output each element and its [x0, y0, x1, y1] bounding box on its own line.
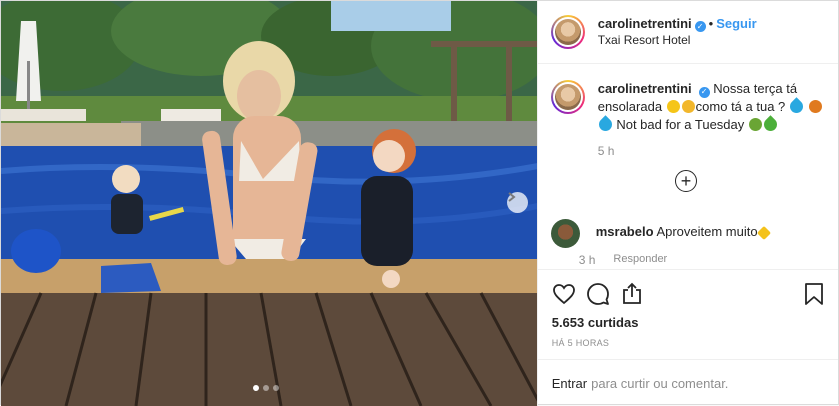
login-prompt-text: para curtir ou comentar. [591, 375, 729, 391]
comment-body: msrabelo Aproveitem muito [596, 223, 771, 241]
location-link[interactable]: Txai Resort Hotel [598, 32, 757, 48]
header-text: carolinetrentini ✓ • Seguir Txai Resort Hot… [598, 16, 757, 49]
caption-avatar[interactable] [554, 84, 581, 110]
comment-meta: 3 h Responder [579, 253, 770, 267]
sparkles-emoji-icon [756, 225, 771, 241]
grin-emoji-icon [681, 100, 695, 113]
header-username[interactable]: carolinetrentini [598, 16, 692, 31]
follow-button[interactable]: Seguir [716, 16, 756, 31]
story-ring[interactable] [550, 15, 585, 49]
caption-time: 5 h [597, 144, 615, 158]
save-button[interactable] [802, 282, 826, 306]
comment-text: Aproveitem muito [656, 224, 758, 239]
blue-heart-emoji-icon [596, 115, 615, 134]
carousel-indicator [253, 385, 279, 391]
posted-time: HÁ 5 HORAS [551, 338, 610, 348]
separator-dot: • [708, 15, 714, 31]
verified-badge-icon: ✓ [694, 21, 706, 33]
blue-heart-emoji-icon [787, 97, 806, 116]
caption-story-ring[interactable] [550, 80, 585, 114]
likes-count[interactable]: 5.653 curtidas [552, 315, 826, 330]
carousel-dot [263, 385, 269, 391]
post-side-panel: carolinetrentini ✓ • Seguir Txai Resort Hot… [536, 1, 838, 406]
next-photo-button[interactable] [507, 192, 528, 213]
like-button[interactable] [552, 282, 576, 306]
butterfly-emoji-icon [808, 100, 822, 113]
avatar[interactable] [554, 19, 581, 45]
caption: carolinetrentini ✓ Nossa terça tá ensolar… [550, 80, 831, 160]
comment-icon [586, 283, 609, 305]
caption-username[interactable]: carolinetrentini [598, 81, 692, 96]
post-photo[interactable] [1, 1, 537, 406]
sun-emoji-icon [666, 100, 680, 113]
carousel-dot-active [253, 385, 259, 391]
login-link[interactable]: Entrar [552, 376, 587, 391]
login-prompt: Entrar para curtir ou comentar. [537, 359, 838, 406]
caption-text-3: Not bad for a Tuesday [616, 117, 745, 132]
load-more-comments-button[interactable]: + [675, 170, 697, 192]
comment-time: 3 h [578, 253, 596, 267]
instagram-post: carolinetrentini ✓ • Seguir Txai Resort Hot… [0, 0, 839, 406]
heart-icon [552, 284, 575, 305]
share-icon [622, 282, 641, 304]
action-bar: 5.653 curtidas HÁ 5 HORAS [537, 269, 838, 348]
carousel-dot [273, 385, 279, 391]
commenter-avatar[interactable] [550, 219, 580, 248]
comment-button[interactable] [586, 282, 610, 306]
comment: msrabelo Aproveitem muito 3 h Responder [550, 219, 831, 267]
caption-text-2: como tá a tua ? [695, 99, 786, 114]
verified-badge-icon: ✓ [698, 86, 710, 98]
photo-scene [1, 1, 537, 406]
chevron-right-icon [508, 192, 516, 202]
green-heart-emoji-icon [761, 115, 780, 134]
action-icons [552, 282, 826, 306]
palm-tree-emoji-icon [748, 118, 762, 131]
post-header: carolinetrentini ✓ • Seguir Txai Resort Hot… [537, 1, 838, 64]
bookmark-icon [805, 283, 823, 305]
reply-button[interactable]: Responder [613, 253, 667, 267]
caption-body: carolinetrentini ✓ Nossa terça tá ensolar… [596, 80, 823, 160]
comment-username[interactable]: msrabelo [596, 224, 654, 239]
share-button[interactable] [620, 282, 644, 306]
